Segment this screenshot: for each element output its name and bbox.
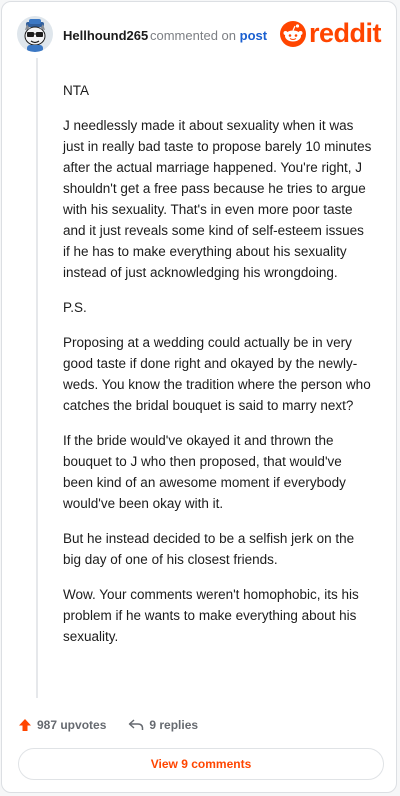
upvote-button[interactable]: 987 upvotes xyxy=(18,718,106,732)
post-link[interactable]: post xyxy=(240,28,267,43)
comment-paragraph: NTA xyxy=(63,83,89,98)
reply-count: 9 replies xyxy=(149,718,199,732)
comment-paragraph: Proposing at a wedding could actually be… xyxy=(63,335,371,413)
comment-paragraph: J needlessly made it about sexuality whe… xyxy=(63,118,372,280)
avatar-image xyxy=(17,16,53,52)
reddit-logo[interactable]: reddit xyxy=(280,18,382,49)
reddit-wordmark: reddit xyxy=(309,18,382,48)
comment-actions: 987 upvotes 9 replies xyxy=(18,714,220,736)
reply-arrow-icon xyxy=(129,719,144,730)
view-comments-button[interactable]: View 9 comments xyxy=(18,748,384,780)
thread-line[interactable] xyxy=(36,58,38,698)
comment-meta: commented on post xyxy=(150,28,267,43)
upvote-count: 987 upvotes xyxy=(37,718,107,732)
comment-paragraph: P.S. xyxy=(63,300,87,315)
upvote-arrow-icon xyxy=(19,719,31,731)
reddit-snoo-icon xyxy=(280,20,306,47)
comment-paragraph: But he instead decided to be a selfish j… xyxy=(63,531,355,567)
comment-paragraph: If the bride would've okayed it and thro… xyxy=(63,433,346,511)
avatar[interactable] xyxy=(17,16,53,52)
comment-author[interactable]: Hellhound265 xyxy=(63,28,148,43)
comment-card: Hellhound265 commented on post reddit NT… xyxy=(1,1,397,793)
comment-action-text: commented on xyxy=(150,28,236,43)
comment-body: NTA J needlessly made it about sexuality… xyxy=(63,80,373,661)
reply-button[interactable]: 9 replies xyxy=(128,718,198,732)
comment-paragraph: Wow. Your comments weren't homophobic, i… xyxy=(63,587,359,644)
